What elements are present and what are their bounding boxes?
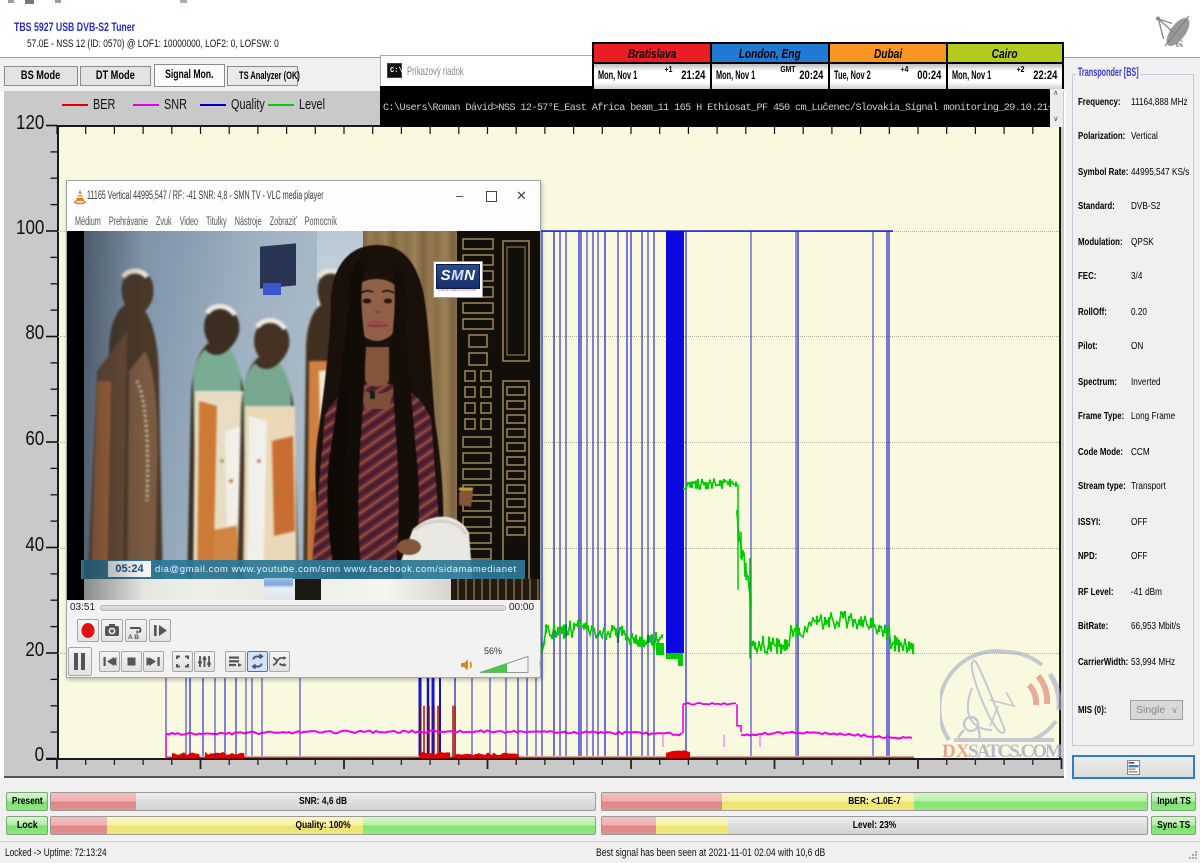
svg-text:DX: DX — [942, 741, 970, 761]
svg-text:A B: A B — [128, 634, 139, 641]
svg-text:SATCS.COM: SATCS.COM — [968, 741, 1063, 761]
